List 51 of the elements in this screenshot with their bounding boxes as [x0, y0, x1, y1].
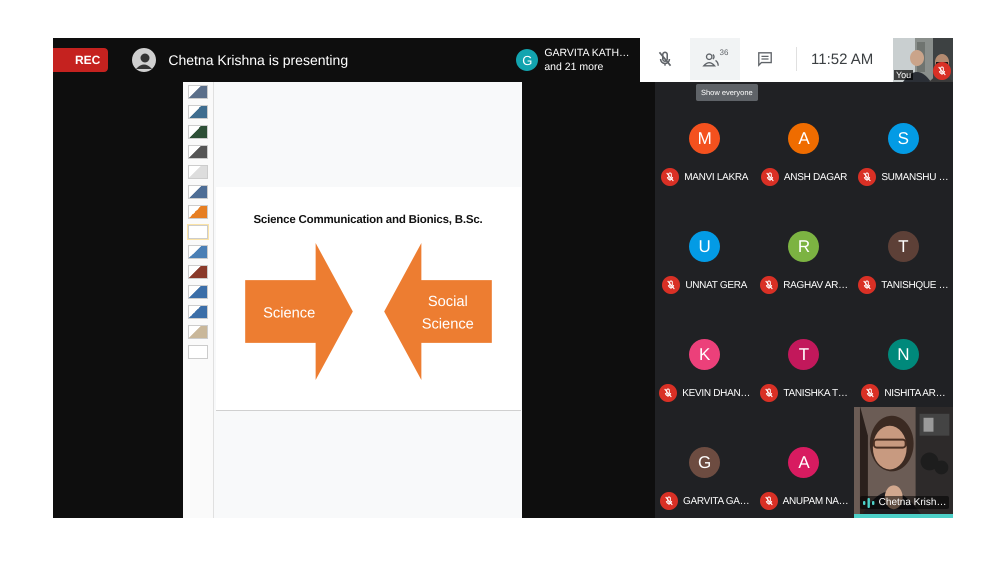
presenting-text: Chetna Krishna is presenting	[168, 52, 350, 68]
presenter-chip[interactable]: G GARVITA KATH… and 21 more	[511, 38, 630, 82]
participant-avatar: N	[888, 339, 919, 370]
participant-name: KEVIN DHAN…	[682, 388, 750, 398]
participant-avatar: M	[689, 123, 720, 154]
participant-avatar: A	[788, 123, 820, 154]
slide-thumbnail[interactable]	[187, 304, 209, 320]
people-button[interactable]: 36	[690, 38, 740, 80]
participant-name: TANISHQUE …	[881, 280, 948, 290]
slide-thumbnail[interactable]	[187, 184, 209, 200]
participant-avatar: A	[788, 447, 820, 478]
participant-name: ANSH DAGAR	[784, 172, 848, 182]
participant-name: ANUPAM NA…	[782, 496, 848, 506]
slide-thumbnail[interactable]	[187, 324, 209, 340]
participant-avatar: R	[788, 231, 820, 262]
slide-thumbnail[interactable]	[187, 284, 209, 300]
slide-thumbnail[interactable]	[187, 164, 209, 180]
self-view-label: You	[894, 70, 914, 80]
people-icon[interactable]	[702, 52, 720, 66]
slide-thumbnail[interactable]	[187, 224, 209, 240]
slide-thumbnail[interactable]	[187, 84, 209, 100]
participant-avatar: K	[689, 339, 720, 370]
participant-name: SUMANSHU …	[881, 172, 948, 182]
participant-name: UNNAT GERA	[685, 280, 747, 290]
avatar-icon	[132, 48, 156, 72]
slide-thumbnail[interactable]	[187, 344, 209, 360]
participant-avatar: G	[516, 49, 538, 71]
participant-name: Chetna Krish…	[878, 497, 946, 508]
arrow-label: Science	[262, 305, 315, 322]
participant-name: GARVITA KATH…	[544, 47, 630, 59]
slide-thumbnail[interactable]	[187, 244, 209, 260]
slide-title: Science Communication and Bionics, B.Sc.	[253, 214, 483, 226]
participant-name: MANVI LAKRA	[684, 172, 748, 182]
participant-name: RAGHAV AR…	[783, 280, 848, 290]
slide-thumbnail[interactable]	[187, 124, 209, 140]
participant-name: GARVITA GA…	[682, 496, 750, 506]
participant-avatar: U	[689, 231, 720, 262]
participant-name: NISHITA AR…	[884, 388, 946, 398]
meeting-time: 11:52 AM	[811, 50, 874, 68]
participant-avatar: S	[888, 123, 919, 154]
participant-name: TANISHKA T…	[783, 388, 848, 398]
more-participants-text: and 21 more	[544, 61, 604, 73]
participant-avatar: T	[788, 339, 820, 370]
participant-avatar: T	[888, 231, 919, 262]
slide-thumbnail[interactable]	[187, 104, 209, 120]
slide-thumbnail[interactable]	[187, 204, 209, 220]
recording-badge: REC	[53, 48, 108, 72]
arrow-label: Social Science	[421, 294, 474, 333]
slide-thumbnail[interactable]	[187, 264, 209, 280]
participant-avatar: G	[689, 447, 720, 478]
slide-thumbnail[interactable]	[187, 144, 209, 160]
